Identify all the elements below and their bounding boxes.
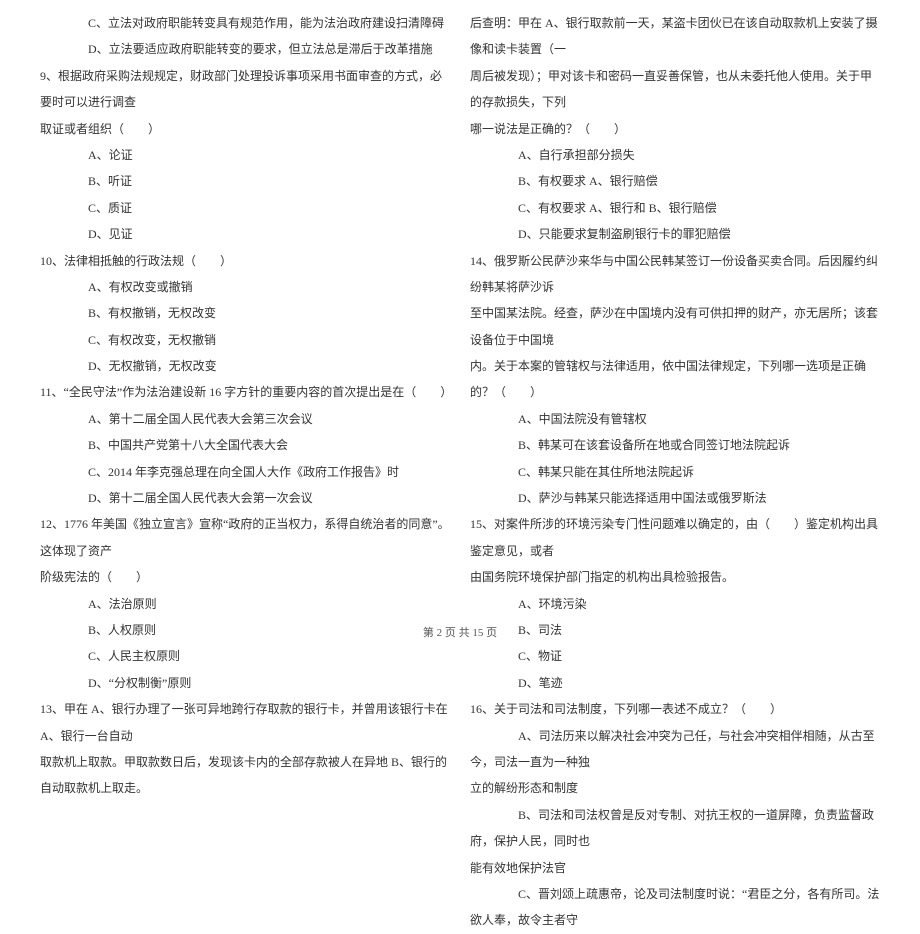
text-line: B、司法和司法权曾是反对专制、对抗王权的一道屏障，负责监督政府，保护人民，同时也 <box>470 802 880 855</box>
text-line: 11、“全民守法”作为法治建设新 16 字方针的重要内容的首次提出是在（ ） <box>40 379 450 405</box>
text-line: 后查明：甲在 A、银行取款前一天，某盗卡团伙已在该自动取款机上安装了摄像和读卡装… <box>470 10 880 63</box>
text-line: B、中国共产党第十八大全国代表大会 <box>40 432 450 458</box>
text-line: C、人民主权原则 <box>40 643 450 669</box>
text-line: B、有权要求 A、银行赔偿 <box>470 168 880 194</box>
text-line: 12、1776 年美国《独立宣言》宣称“政府的正当权力，系得自统治者的同意”。这… <box>40 511 450 564</box>
text-line: B、司法 <box>470 617 880 643</box>
text-line: B、人权原则 <box>40 617 450 643</box>
text-line: A、环境污染 <box>470 591 880 617</box>
text-line: A、有权改变或撤销 <box>40 274 450 300</box>
text-line: D、无权撤销，无权改变 <box>40 353 450 379</box>
text-line: D、第十二届全国人民代表大会第一次会议 <box>40 485 450 511</box>
text-line: A、法治原则 <box>40 591 450 617</box>
text-line: 取证或者组织（ ） <box>40 116 450 142</box>
text-line: A、中国法院没有管辖权 <box>470 406 880 432</box>
text-line: A、自行承担部分损失 <box>470 142 880 168</box>
text-line: D、只能要求复制盗刷银行卡的罪犯赔偿 <box>470 221 880 247</box>
text-line: D、见证 <box>40 221 450 247</box>
text-line: C、质证 <box>40 195 450 221</box>
text-line: 哪一说法是正确的？（ ） <box>470 116 880 142</box>
text-line: D、“分权制衡”原则 <box>40 670 450 696</box>
text-line: C、晋刘颂上疏惠帝，论及司法制度时说：“君臣之分，各有所司。法欲人奉，故令主者守 <box>470 881 880 934</box>
text-line: A、论证 <box>40 142 450 168</box>
text-line: 阶级宪法的（ ） <box>40 564 450 590</box>
text-line: 9、根据政府采购法规规定，财政部门处理投诉事项采用书面审查的方式，必要时可以进行… <box>40 63 450 116</box>
left-column: C、立法对政府职能转变具有规范作用，能为法治政府建设扫清障碍 D、立法要适应政府… <box>30 10 460 620</box>
text-line: B、听证 <box>40 168 450 194</box>
text-line: 取款机上取款。甲取款数日后，发现该卡内的全部存款被人在异地 B、银行的自动取款机… <box>40 749 450 802</box>
text-line: C、有权改变，无权撤销 <box>40 327 450 353</box>
text-line: C、韩某只能在其住所地法院起诉 <box>470 459 880 485</box>
text-line: D、立法要适应政府职能转变的要求，但立法总是滞后于改革措施 <box>40 36 450 62</box>
text-line: A、司法历来以解决社会冲突为己任，与社会冲突相伴相随，从古至今，司法一直为一种独 <box>470 723 880 776</box>
text-line: 13、甲在 A、银行办理了一张可异地跨行存取款的银行卡，并曾用该银行卡在 A、银… <box>40 696 450 749</box>
text-line: 内。关于本案的管辖权与法律适用，依中国法律规定，下列哪一选项是正确的？（ ） <box>470 353 880 406</box>
right-column: 后查明：甲在 A、银行取款前一天，某盗卡团伙已在该自动取款机上安装了摄像和读卡装… <box>460 10 890 620</box>
page-columns: C、立法对政府职能转变具有规范作用，能为法治政府建设扫清障碍 D、立法要适应政府… <box>0 0 920 620</box>
text-line: C、物证 <box>470 643 880 669</box>
text-line: 16、关于司法和司法制度，下列哪一表述不成立？（ ） <box>470 696 880 722</box>
text-line: 能有效地保护法官 <box>470 855 880 881</box>
text-line: C、有权要求 A、银行和 B、银行赔偿 <box>470 195 880 221</box>
text-line: B、有权撤销，无权改变 <box>40 300 450 326</box>
text-line: B、韩某可在该套设备所在地或合同签订地法院起诉 <box>470 432 880 458</box>
text-line: 立的解纷形态和制度 <box>470 775 880 801</box>
text-line: D、笔迹 <box>470 670 880 696</box>
text-line: 周后被发现）；甲对该卡和密码一直妥善保管，也从未委托他人使用。关于甲的存款损失，… <box>470 63 880 116</box>
text-line: 14、俄罗斯公民萨沙来华与中国公民韩某签订一份设备买卖合同。后因履约纠纷韩某将萨… <box>470 248 880 301</box>
text-line: 由国务院环境保护部门指定的机构出具检验报告。 <box>470 564 880 590</box>
text-line: 至中国某法院。经查，萨沙在中国境内没有可供扣押的财产，亦无居所；该套设备位于中国… <box>470 300 880 353</box>
text-line: 10、法律相抵触的行政法规（ ） <box>40 248 450 274</box>
text-line: C、2014 年李克强总理在向全国人大作《政府工作报告》时 <box>40 459 450 485</box>
text-line: 15、对案件所涉的环境污染专门性问题难以确定的，由（ ）鉴定机构出具鉴定意见，或… <box>470 511 880 564</box>
text-line: D、萨沙与韩某只能选择适用中国法或俄罗斯法 <box>470 485 880 511</box>
text-line: A、第十二届全国人民代表大会第三次会议 <box>40 406 450 432</box>
text-line: C、立法对政府职能转变具有规范作用，能为法治政府建设扫清障碍 <box>40 10 450 36</box>
